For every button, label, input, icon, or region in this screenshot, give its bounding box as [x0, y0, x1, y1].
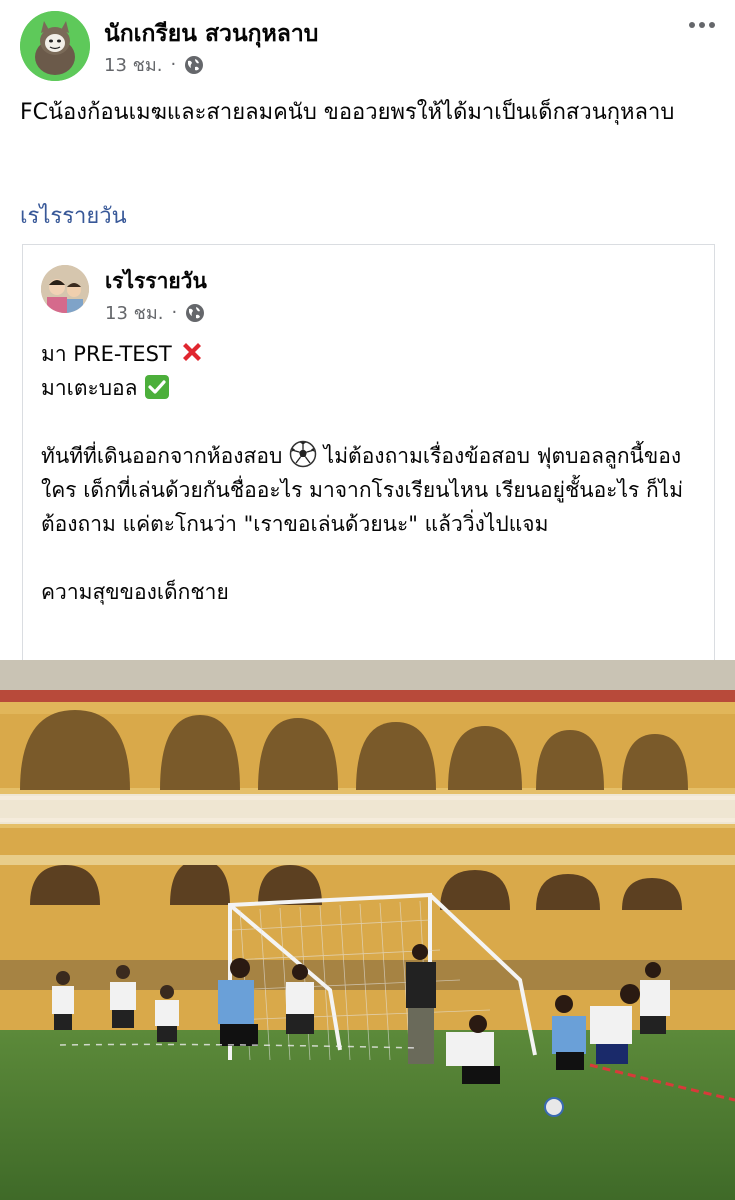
shared-page-link[interactable]: เรไรรายวัน: [20, 198, 127, 233]
shared-line-2: มาเตะบอล: [41, 371, 701, 405]
meta-separator: ·: [171, 302, 178, 323]
shared-author-avatar[interactable]: [41, 265, 89, 313]
shared-post-meta: 13 ชม. ·: [105, 298, 205, 327]
meta-separator: ·: [170, 54, 177, 75]
check-mark-icon: [145, 375, 170, 399]
author-avatar[interactable]: [20, 11, 90, 81]
more-options-icon[interactable]: [689, 22, 715, 28]
shared-paragraph-start: ทันทีที่เดินออกจากห้องสอบ: [41, 444, 283, 468]
shared-author-name[interactable]: เรไรรายวัน: [105, 265, 207, 298]
globe-icon[interactable]: [185, 303, 205, 323]
shared-post-card[interactable]: เรไรรายวัน 13 ชม. · มา PRE-TEST มาเตะบอล…: [22, 244, 715, 675]
globe-icon[interactable]: [184, 55, 204, 75]
post-photo[interactable]: [0, 660, 735, 1200]
post-text: FCน้องก้อนเมฆและสายลมคนับ ขออวยพรให้ได้ม…: [20, 100, 675, 125]
shared-paragraph: ทันทีที่เดินออกจากห้องสอบ ไม่ต้องถามเรื่…: [41, 439, 701, 541]
shared-line-1-text: มา PRE-TEST: [41, 342, 172, 366]
shared-post-time[interactable]: 13 ชม.: [105, 298, 163, 327]
shared-line-2-text: มาเตะบอล: [41, 376, 138, 400]
author-name[interactable]: นักเกรียน สวนกุหลาบ: [104, 16, 318, 52]
soccer-ball-icon: [289, 440, 317, 468]
post-time[interactable]: 13 ชม.: [104, 50, 162, 79]
shared-post-body: มา PRE-TEST มาเตะบอล ทันทีที่เดินออกจากห…: [41, 337, 701, 609]
cross-mark-icon: [183, 343, 202, 361]
post-header: นักเกรียน สวนกุหลาบ 13 ชม. ·: [0, 0, 735, 90]
post-meta: 13 ชม. ·: [104, 50, 204, 79]
school-football-photo: [0, 660, 735, 1200]
shared-line-1: มา PRE-TEST: [41, 337, 701, 371]
shared-closing: ความสุขของเด็กชาย: [41, 580, 229, 604]
